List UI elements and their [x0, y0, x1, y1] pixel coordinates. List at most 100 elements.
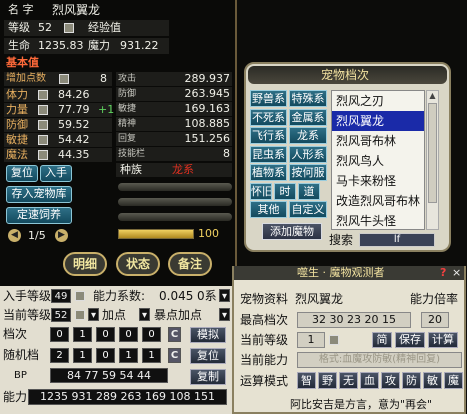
attribute-plus-icon[interactable]	[38, 135, 48, 145]
level-value: 52	[38, 21, 52, 34]
category-button[interactable]: 其他	[250, 201, 287, 218]
mode-button[interactable]: 智	[297, 372, 316, 389]
copy-button[interactable]: 复制	[190, 369, 226, 385]
help-icon[interactable]: ?	[440, 266, 446, 279]
random-c-icon[interactable]: C	[168, 348, 181, 363]
coef-dropdown[interactable]: ▾	[219, 289, 230, 302]
scroll-up-icon[interactable]: ▲	[427, 91, 438, 103]
pet-list-item[interactable]: 烈风翼龙	[332, 111, 424, 131]
next-page-icon[interactable]: ▶	[55, 229, 68, 242]
grade-box[interactable]: 0	[142, 327, 161, 342]
attribute-label: 防御	[6, 118, 28, 131]
category-button[interactable]: 道	[298, 182, 320, 200]
grade-box[interactable]: 0	[96, 327, 115, 342]
random-box[interactable]: 1	[119, 348, 138, 363]
entry-level-icon[interactable]	[75, 291, 85, 301]
category-button[interactable]: 怀旧	[250, 182, 272, 200]
mode-button[interactable]: 防	[402, 372, 421, 389]
attribute-value: 44.35	[58, 148, 90, 161]
pet-list-item[interactable]: 烈风之刃	[332, 91, 424, 111]
category-button[interactable]: 自定义	[289, 201, 327, 218]
stat-label: 防御	[118, 89, 137, 99]
tab-detail[interactable]: 明细	[63, 252, 107, 276]
bp-value: 84 77 59 54 44	[50, 368, 168, 383]
category-button[interactable]: 时	[274, 182, 296, 200]
ratio-value[interactable]: 20	[421, 312, 449, 328]
level-spin-icon[interactable]	[329, 335, 339, 345]
attribute-plus-icon[interactable]	[38, 105, 48, 115]
tab-status[interactable]: 状态	[116, 252, 160, 276]
save-button[interactable]: 保存	[395, 332, 425, 348]
category-button[interactable]: 金属系	[289, 108, 327, 126]
grade-box[interactable]: 1	[73, 327, 92, 342]
mode-button[interactable]: 血	[360, 372, 379, 389]
mode-button[interactable]: 魔	[444, 372, 463, 389]
calc-button[interactable]: 计算	[428, 332, 458, 348]
random-box[interactable]: 2	[50, 348, 69, 363]
crit-label: 暴点加点	[154, 308, 203, 322]
attribute-plus-icon[interactable]	[38, 120, 48, 130]
mode-button[interactable]: 野	[318, 372, 337, 389]
cur-ability-input[interactable]: 格式:血魔攻防敏(精神回复)	[297, 352, 462, 368]
slider-track-1[interactable]	[118, 183, 232, 191]
category-button[interactable]: 植物系	[250, 164, 287, 181]
slider-track-2[interactable]	[118, 198, 232, 206]
random-box[interactable]: 1	[73, 348, 92, 363]
slider-track-3[interactable]	[118, 213, 232, 221]
enter-button[interactable]: 入手	[40, 165, 72, 182]
feed-button[interactable]: 定速饲养	[6, 207, 72, 224]
pet-list-item[interactable]: 烈风哥布林	[332, 131, 424, 151]
category-button[interactable]: 不死系	[250, 108, 287, 126]
category-button[interactable]: 按何服	[289, 164, 327, 181]
scroll-thumb[interactable]	[428, 103, 437, 203]
stat-label: 技能栏	[118, 149, 146, 159]
category-button[interactable]: 野兽系	[250, 90, 287, 107]
add-monster-button[interactable]: 添加魔物	[262, 223, 322, 240]
attribute-plus-icon[interactable]	[38, 150, 48, 160]
cur-level-value-2[interactable]: 52	[51, 308, 71, 322]
entry-level-value[interactable]: 49	[51, 289, 71, 303]
search-input[interactable]: lf	[359, 233, 435, 247]
add-dropdown[interactable]: ▾	[88, 308, 99, 321]
list-scrollbar[interactable]: ▲	[426, 90, 439, 230]
cur-level-input[interactable]: 1	[297, 332, 325, 348]
reset-button-2[interactable]: 复位	[190, 348, 226, 364]
category-button[interactable]: 昆虫系	[250, 145, 287, 163]
pet-list: 烈风之刃 烈风翼龙 烈风哥布林 烈风鸟人 马卡来粉怪 改造烈风哥布林 烈风牛头怪	[331, 90, 425, 230]
mp-label: 魔力	[88, 39, 110, 52]
store-pet-button[interactable]: 存入宠物库	[6, 186, 72, 203]
random-box[interactable]: 1	[142, 348, 161, 363]
simulate-button[interactable]: 模拟	[190, 327, 226, 343]
close-icon[interactable]: ×	[452, 266, 461, 279]
tab-notes[interactable]: 备注	[168, 252, 212, 276]
mode-button[interactable]: 攻	[381, 372, 400, 389]
level-icon	[64, 23, 74, 33]
category-button[interactable]: 飞行系	[250, 127, 287, 144]
basic-label: 基本值	[6, 56, 39, 69]
reset-button[interactable]: 复位	[6, 165, 38, 182]
attribute-label: 敏捷	[6, 133, 28, 146]
pet-info-name: 烈风翼龙	[295, 292, 344, 306]
pet-list-item[interactable]: 改造烈风哥布林	[332, 191, 424, 211]
attribute-plus-icon[interactable]	[38, 90, 48, 100]
grade-c-icon[interactable]: C	[168, 327, 181, 342]
pet-list-item[interactable]: 马卡来粉怪	[332, 171, 424, 191]
mode-button[interactable]: 敏	[423, 372, 442, 389]
category-button[interactable]: 龙系	[289, 127, 327, 144]
grade-box[interactable]: 0	[119, 327, 138, 342]
category-button[interactable]: 人形系	[289, 145, 327, 163]
stat-label: 攻击	[118, 74, 137, 84]
crit-dropdown[interactable]: ▾	[139, 308, 150, 321]
grade-box[interactable]: 0	[50, 327, 69, 342]
mode-button[interactable]: 无	[339, 372, 358, 389]
cur-level-icon-2[interactable]	[75, 310, 85, 320]
simple-button[interactable]: 简	[372, 332, 392, 348]
power-value: 1235 931 289 263 169 108 151	[28, 389, 227, 405]
pet-list-item[interactable]: 烈风鸟人	[332, 151, 424, 171]
prev-page-icon[interactable]: ◀	[8, 229, 21, 242]
category-button[interactable]: 特殊系	[289, 90, 327, 107]
random-box[interactable]: 0	[96, 348, 115, 363]
pet-list-item[interactable]: 烈风牛头怪	[332, 211, 424, 229]
archive-title: 宠物档次	[321, 68, 370, 82]
crit-dropdown-2[interactable]: ▾	[219, 308, 230, 321]
